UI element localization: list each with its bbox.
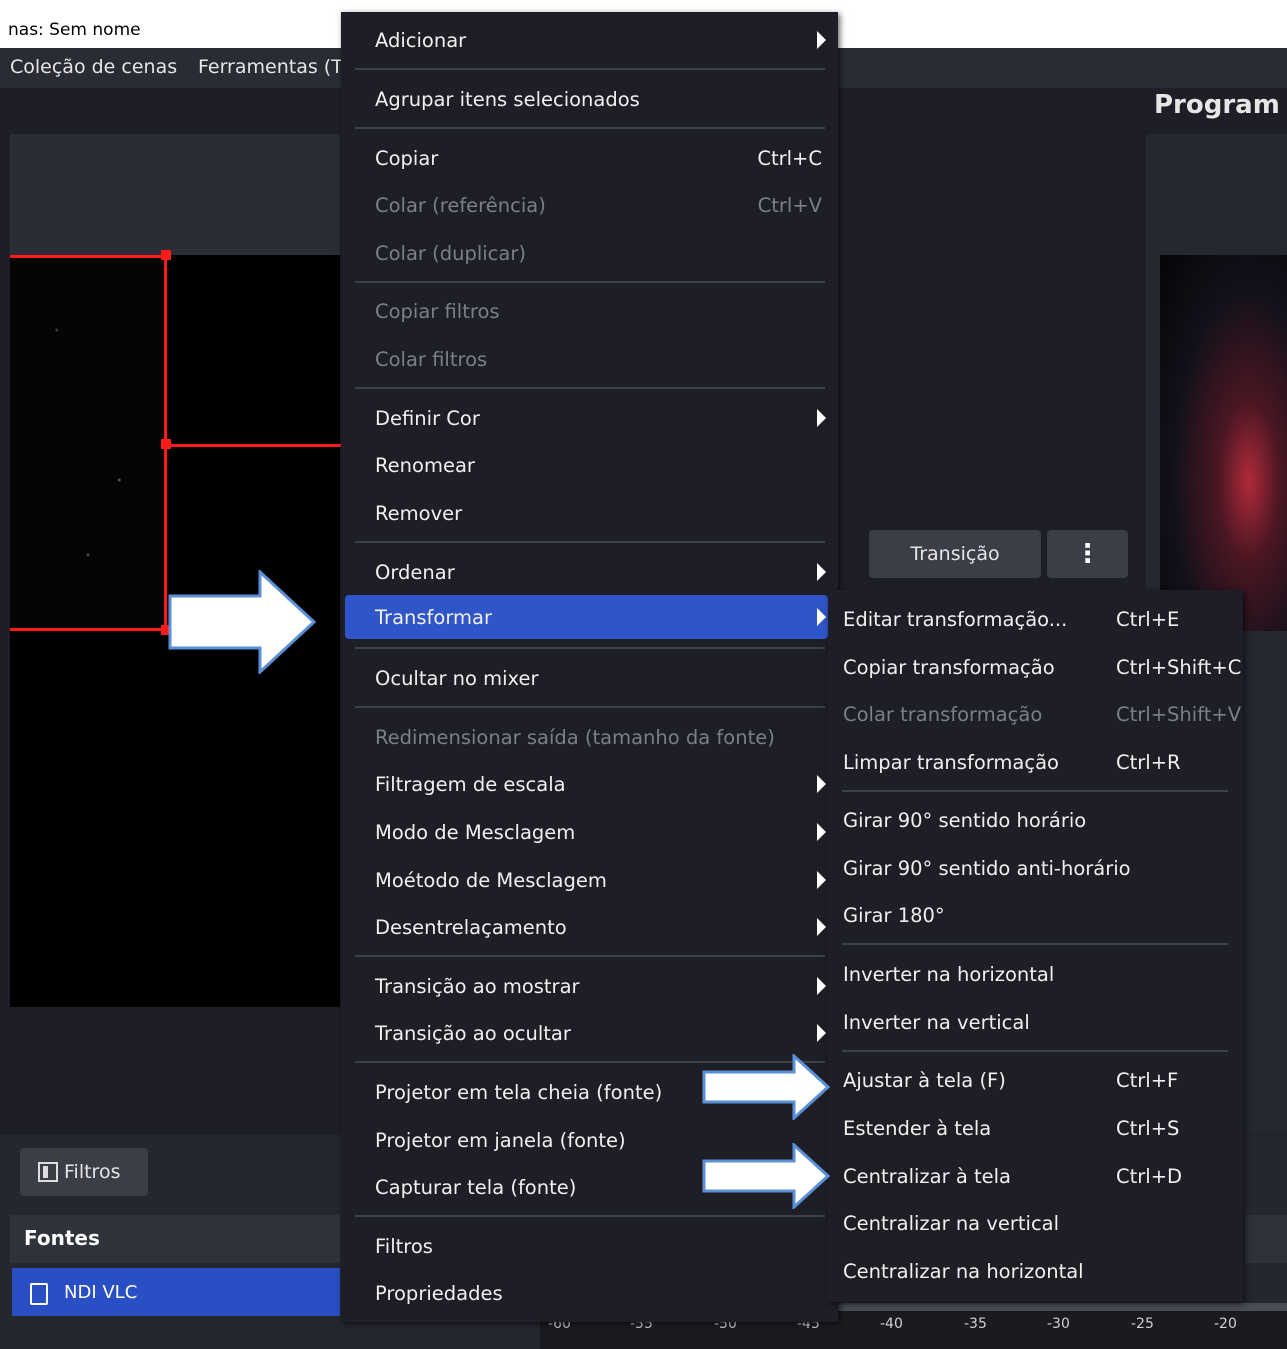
submenu-item-rotate-cw[interactable]: Girar 90° sentido horário: [828, 798, 1243, 842]
submenu-item-stretch-to-screen[interactable]: Estender à tela Ctrl+S: [828, 1106, 1243, 1150]
transform-submenu: Editar transformação... Ctrl+E Copiar tra…: [828, 590, 1243, 1302]
submenu-item-reset-transform[interactable]: Limpar transformação Ctrl+R: [828, 740, 1243, 784]
filters-button-label: Filtros: [64, 1161, 121, 1183]
menu-item-order[interactable]: Ordenar: [341, 550, 838, 594]
submenu-arrow-icon: [817, 823, 826, 841]
menu-item-set-color[interactable]: Definir Cor: [341, 396, 838, 440]
menu-item-hide-in-mixer[interactable]: Ocultar no mixer: [341, 656, 838, 700]
source-name: NDI VLC: [64, 1282, 138, 1303]
submenu-item-copy-transform[interactable]: Copiar transformação Ctrl+Shift+C: [828, 645, 1243, 689]
menu-scene-collection[interactable]: Coleção de cenas: [10, 56, 177, 78]
menu-item-blend-mode[interactable]: Modo de Mesclagem: [341, 810, 838, 854]
menu-item-scale-filtering[interactable]: Filtragem de escala: [341, 762, 838, 806]
submenu-arrow-icon: [817, 1024, 826, 1042]
menu-tools[interactable]: Ferramentas (T: [198, 56, 343, 78]
program-label: Program: [1154, 90, 1280, 120]
submenu-item-rotate-ccw[interactable]: Girar 90° sentido anti-horário: [828, 846, 1243, 890]
menu-item-remove[interactable]: Remover: [341, 491, 838, 535]
submenu-item-flip-vertical[interactable]: Inverter na vertical: [828, 1000, 1243, 1044]
submenu-item-center-vertical[interactable]: Centralizar na vertical: [828, 1201, 1243, 1245]
more-options-button[interactable]: ⋮: [1047, 530, 1128, 578]
menu-item-filters[interactable]: Filtros: [341, 1224, 838, 1268]
mixer-header: [1245, 1215, 1287, 1263]
vertical-dots-icon: ⋮: [1074, 539, 1101, 569]
submenu-arrow-icon: [817, 918, 826, 936]
menu-item-paste-duplicate: Colar (duplicar): [375, 241, 526, 265]
menu-item-show-transition[interactable]: Transição ao mostrar: [341, 964, 838, 1008]
submenu-arrow-icon: [817, 563, 826, 581]
menu-item-properties[interactable]: Propriedades: [341, 1271, 838, 1315]
submenu-arrow-icon: [817, 871, 826, 889]
menu-item-rename[interactable]: Renomear: [341, 443, 838, 487]
bounding-box-top: [10, 255, 166, 258]
submenu-item-rotate-180[interactable]: Girar 180°: [828, 893, 1243, 937]
meter-tick: -30: [1047, 1316, 1070, 1332]
menu-item-copy-filters: Copiar filtros: [375, 299, 500, 323]
submenu-item-edit-transform[interactable]: Editar transformação... Ctrl+E: [828, 597, 1243, 641]
transition-button[interactable]: Transição: [869, 530, 1041, 578]
filter-icon: [38, 1162, 58, 1182]
transition-button-label: Transição: [910, 543, 1000, 565]
submenu-arrow-icon: [817, 608, 826, 626]
source-row[interactable]: [12, 1268, 340, 1316]
menu-item-blend-method[interactable]: Moétodo de Mesclagem: [341, 858, 838, 902]
meter-tick: -25: [1131, 1316, 1154, 1332]
menu-item-resize-output: Redimensionar saída (tamanho da fonte): [375, 725, 775, 749]
submenu-item-fit-to-screen[interactable]: Ajustar à tela (F) Ctrl+F: [828, 1058, 1243, 1102]
filters-button[interactable]: Filtros: [20, 1148, 148, 1196]
menu-item-paste-reference: Colar (referência) Ctrl+V: [375, 193, 822, 217]
menu-item-transform[interactable]: Transformar: [345, 595, 828, 639]
submenu-arrow-icon: [817, 31, 826, 49]
menu-item-add[interactable]: Adicionar: [341, 18, 838, 62]
resize-handle-right[interactable]: [161, 439, 171, 449]
submenu-arrow-icon: [817, 409, 826, 427]
menu-item-paste-filters: Colar filtros: [375, 347, 488, 371]
meter-tick: -20: [1214, 1316, 1237, 1332]
submenu-item-center-horizontal[interactable]: Centralizar na horizontal: [828, 1249, 1243, 1293]
annotation-arrow-icon: [168, 570, 316, 674]
preview-noise-source: [10, 255, 166, 630]
menu-item-group[interactable]: Agrupar itens selecionados: [341, 77, 838, 121]
meter-tick: -35: [964, 1316, 987, 1332]
submenu-arrow-icon: [817, 977, 826, 995]
menu-item-copy[interactable]: Copiar Ctrl+C: [341, 136, 838, 180]
program-video: [1160, 255, 1287, 631]
bounding-box-extension: [166, 444, 341, 447]
sources-title: Fontes: [24, 1226, 100, 1250]
meter-tick: -40: [880, 1316, 903, 1332]
resize-handle-top-right[interactable]: [161, 250, 171, 260]
submenu-item-flip-horizontal[interactable]: Inverter na horizontal: [828, 952, 1243, 996]
submenu-item-center-to-screen[interactable]: Centralizar à tela Ctrl+D: [828, 1154, 1243, 1198]
window-title: nas: Sem nome: [8, 20, 141, 40]
context-menu: Adicionar Agrupar itens selecionados Cop…: [341, 12, 838, 1322]
menu-item-deinterlacing[interactable]: Desentrelaçamento: [341, 905, 838, 949]
annotation-arrow-icon: [702, 1054, 830, 1120]
submenu-arrow-icon: [817, 775, 826, 793]
bounding-box-bottom: [10, 628, 166, 631]
menu-item-hide-transition[interactable]: Transição ao ocultar: [341, 1011, 838, 1055]
file-icon: [30, 1283, 48, 1305]
submenu-item-paste-transform: Colar transformação Ctrl+Shift+V: [843, 702, 1242, 726]
annotation-arrow-icon: [702, 1143, 830, 1209]
